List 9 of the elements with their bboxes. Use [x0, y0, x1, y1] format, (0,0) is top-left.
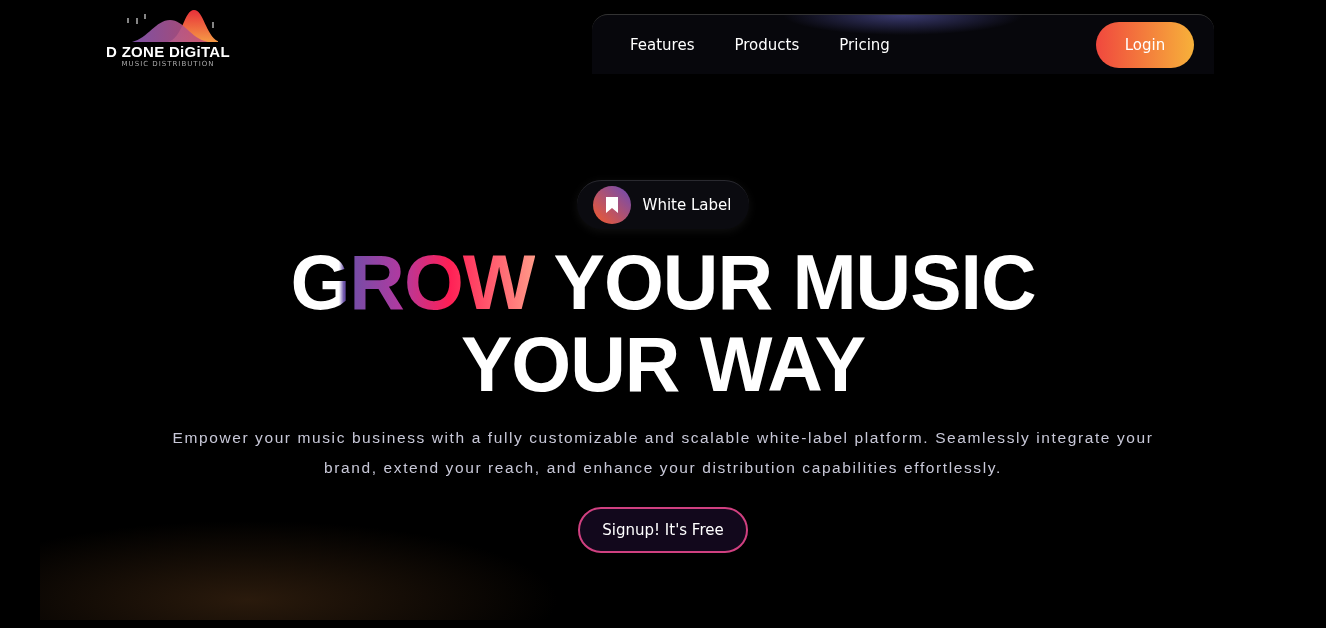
bookmark-icon [592, 186, 631, 224]
badge-label: White Label [642, 196, 732, 214]
signup-button[interactable]: Signup! It's Free [578, 507, 748, 553]
headline: GROW YOUR MUSIC YOUR WAY [289, 241, 1037, 405]
logo-name: D ZONE DiGiTAL [106, 43, 230, 60]
description: Empower your music business with a fully customizable and scalable white-label platform. Seamlessly integrate your brand, extend your reach, and enhance your distribution capabilities effortlessly. [171, 428, 1155, 478]
nav-link[interactable]: Pricing [839, 35, 890, 54]
nav-link[interactable]: Products [734, 35, 800, 54]
nav-link[interactable]: Features [630, 35, 695, 54]
